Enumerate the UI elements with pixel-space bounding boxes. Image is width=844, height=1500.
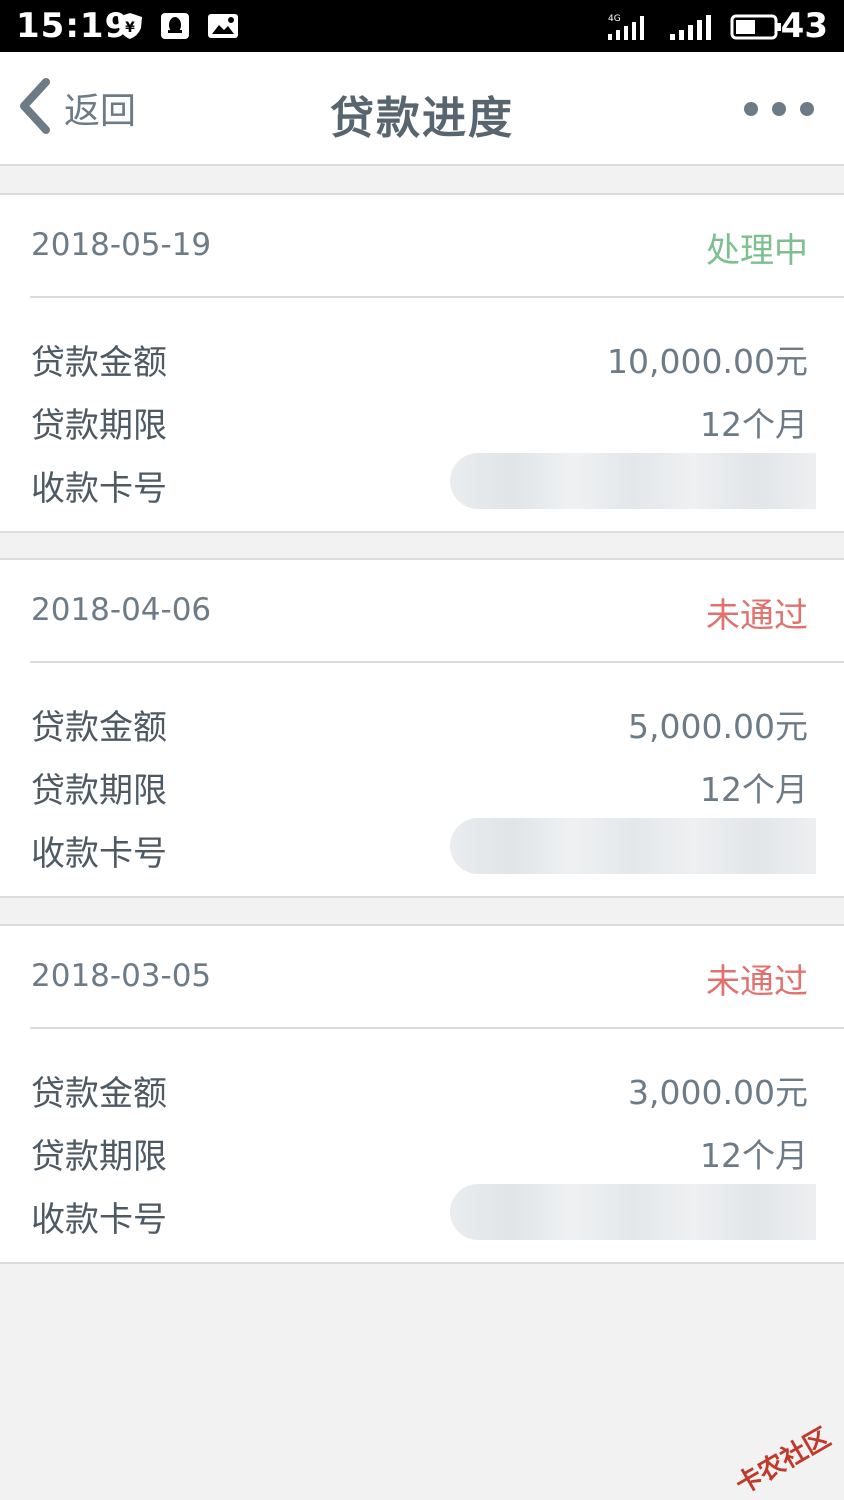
4g-signal-icon: 4G [606,12,650,40]
record-date: 2018-05-19 [31,227,212,263]
more-dot-icon [744,102,758,116]
battery-icon [730,12,784,40]
nav-bar: 返回 贷款进度 [0,52,844,166]
image-notification-icon [207,12,238,40]
amount-label: 贷款金额 [31,708,167,748]
term-value: 12个月 [700,1136,808,1175]
amount-row: 贷款金额 10,000.00元 [31,335,808,383]
redacted-card-number [450,818,816,874]
more-dot-icon [800,102,814,116]
term-row: 贷款期限 12个月 [31,398,808,446]
status-time: 15:19 [16,6,130,46]
term-label: 贷款期限 [31,771,167,811]
signal-strength-icon [668,12,714,40]
divider [30,1027,844,1029]
redacted-card-number [450,453,816,509]
loan-record-card[interactable]: 2018-03-05 未通过 贷款金额 3,000.00元 贷款期限 12个月 … [0,924,844,1264]
loan-record-card[interactable]: 2018-04-06 未通过 贷款金额 5,000.00元 贷款期限 12个月 … [0,558,844,898]
status-bar: 15:19 ¥ 4G 43 [0,0,844,52]
term-label: 贷款期限 [31,1137,167,1177]
card-label: 收款卡号 [31,834,167,874]
term-row: 贷款期限 12个月 [31,1129,808,1177]
svg-text:4G: 4G [608,14,621,24]
page-title: 贷款进度 [330,93,514,144]
loan-record-card[interactable]: 2018-05-19 处理中 贷款金额 10,000.00元 贷款期限 12个月… [0,193,844,533]
term-label: 贷款期限 [31,406,167,446]
amount-value: 3,000.00元 [628,1073,808,1112]
amount-value: 5,000.00元 [628,707,808,746]
watermark-logo: 卡农社区 [730,1422,836,1500]
record-status: 未通过 [706,962,808,1002]
card-label: 收款卡号 [31,1200,167,1240]
battery-level: 43 [780,6,828,46]
amount-label: 贷款金额 [31,1074,167,1114]
term-value: 12个月 [700,405,808,444]
payment-shield-icon: ¥ [116,12,146,40]
amount-row: 贷款金额 3,000.00元 [31,1066,808,1114]
divider [30,296,844,298]
more-options-button[interactable] [744,102,814,116]
divider [30,661,844,663]
svg-text:¥: ¥ [125,20,135,36]
record-date: 2018-03-05 [31,958,212,994]
term-value: 12个月 [700,770,808,809]
record-status: 处理中 [706,231,808,271]
amount-value: 10,000.00元 [607,342,808,381]
qq-notification-icon [160,12,190,40]
record-status: 未通过 [706,596,808,636]
term-row: 贷款期限 12个月 [31,763,808,811]
more-dot-icon [772,102,786,116]
redacted-card-number [450,1184,816,1240]
amount-row: 贷款金额 5,000.00元 [31,700,808,748]
record-date: 2018-04-06 [31,592,212,628]
amount-label: 贷款金额 [31,343,167,383]
card-label: 收款卡号 [31,469,167,509]
